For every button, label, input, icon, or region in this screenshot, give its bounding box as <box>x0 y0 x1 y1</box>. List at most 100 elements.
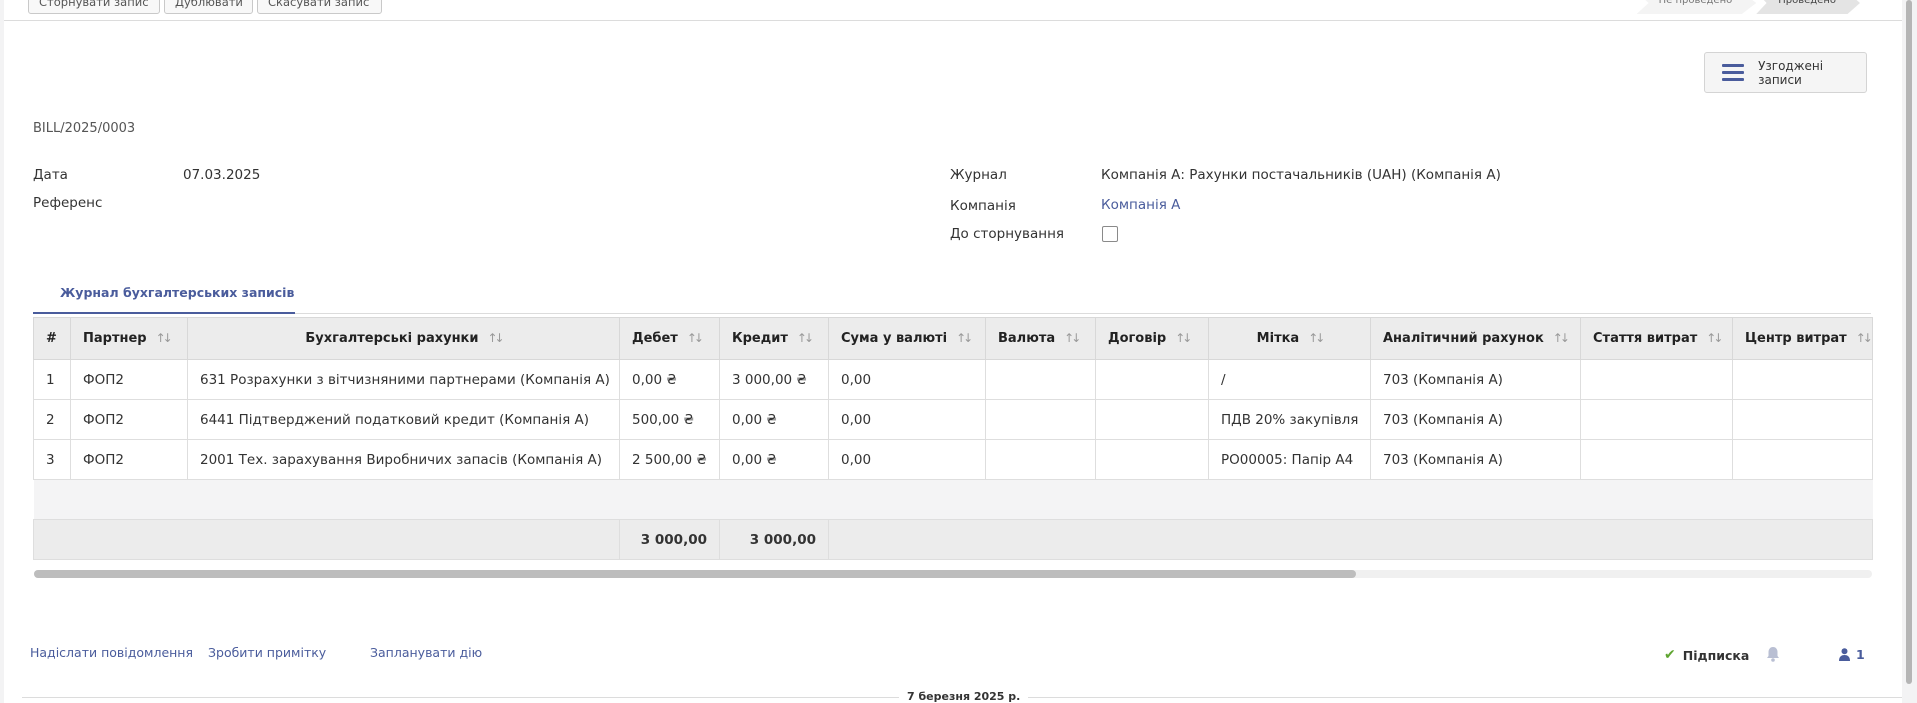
to-reverse-label: До сторнування <box>950 226 1065 242</box>
cell-partner[interactable]: ФОП2 <box>70 359 188 400</box>
cell-account[interactable]: 2001 Тех. зарахування Виробничих запасів… <box>187 439 620 480</box>
follow-button[interactable]: ✔ Підписка <box>1664 647 1749 663</box>
cell-amount-currency[interactable]: 0,00 <box>828 439 986 480</box>
date-value[interactable]: 07.03.2025 <box>183 167 260 183</box>
log-note-button[interactable]: Зробити примітку <box>208 645 326 660</box>
empty-row <box>33 479 1873 520</box>
cancel-entry-button[interactable]: Скасувати запис <box>257 0 382 14</box>
company-link[interactable]: Компанія А <box>1101 197 1180 213</box>
cell-expense-item[interactable] <box>1580 399 1733 440</box>
duplicate-button[interactable]: Дублювати <box>164 0 253 14</box>
cell-debit[interactable]: 2 500,00 ₴ <box>619 439 720 480</box>
cell-currency[interactable] <box>985 399 1096 440</box>
cell-label[interactable]: PO00005: Папір А4 <box>1208 439 1371 480</box>
reconciled-entries-button[interactable]: Узгоджені записи <box>1704 52 1867 93</box>
total-credit: 3 000,00 <box>719 519 829 560</box>
column-header-expense-item[interactable]: Стаття витрат ↑↓ <box>1580 317 1733 360</box>
column-header-partner[interactable]: Партнер ↑↓ <box>70 317 188 360</box>
reference-label: Референс <box>33 195 103 211</box>
sort-icon: ↑↓ <box>1706 331 1723 345</box>
sort-icon: ↑↓ <box>956 331 973 345</box>
cell-number: 3 <box>33 439 71 480</box>
followers-button[interactable]: 1 <box>1839 647 1865 662</box>
sort-icon: ↑↓ <box>487 331 505 345</box>
status-bar: Не проведено Проведено <box>1636 0 1860 14</box>
cell-credit[interactable]: 0,00 ₴ <box>719 399 829 440</box>
list-icon <box>1722 63 1744 82</box>
vertical-scrollbar[interactable] <box>1902 0 1917 703</box>
column-header-amount-currency[interactable]: Сума у валюті ↑↓ <box>828 317 986 360</box>
user-icon <box>1839 648 1850 661</box>
cell-cost-center[interactable] <box>1732 399 1873 440</box>
cell-label[interactable]: / <box>1208 359 1371 400</box>
cell-label[interactable]: ПДВ 20% закупівля <box>1208 399 1371 440</box>
cell-cost-center[interactable] <box>1732 439 1873 480</box>
reconciled-entries-label: Узгоджені записи <box>1758 58 1824 87</box>
horizontal-scrollbar[interactable] <box>34 570 1872 578</box>
journal-items-table: # Партнер ↑↓ Бухгалтерські рахунки ↑↓ Дебе… <box>33 317 1873 560</box>
to-reverse-checkbox[interactable] <box>1102 226 1118 242</box>
cell-contract[interactable] <box>1095 439 1209 480</box>
table-row[interactable]: 1 ФОП2 631 Розрахунки з вітчизняними пар… <box>33 359 1873 400</box>
cell-contract[interactable] <box>1095 399 1209 440</box>
cell-analytic-account[interactable]: 703 (Компанія А) <box>1370 359 1581 400</box>
date-separator: 7 березня 2025 р. <box>899 690 1029 703</box>
column-header-contract[interactable]: Договір ↑↓ <box>1095 317 1209 360</box>
column-header-currency[interactable]: Валюта ↑↓ <box>985 317 1096 360</box>
column-header-credit[interactable]: Кредит ↑↓ <box>719 317 829 360</box>
cell-expense-item[interactable] <box>1580 439 1733 480</box>
cell-amount-currency[interactable]: 0,00 <box>828 359 986 400</box>
table-row[interactable]: 2 ФОП2 6441 Підтверджений податковий кре… <box>33 399 1873 440</box>
table-row[interactable]: 3 ФОП2 2001 Тех. зарахування Виробничих … <box>33 439 1873 480</box>
cell-contract[interactable] <box>1095 359 1209 400</box>
check-icon: ✔ <box>1664 647 1676 663</box>
status-draft[interactable]: Не проведено <box>1636 0 1757 14</box>
cell-analytic-account[interactable]: 703 (Компанія А) <box>1370 399 1581 440</box>
cell-currency[interactable] <box>985 359 1096 400</box>
cell-number: 1 <box>33 359 71 400</box>
column-header-analytic-account[interactable]: Аналітичний рахунок ↑↓ <box>1370 317 1581 360</box>
column-header-label[interactable]: Мітка ↑↓ <box>1208 317 1371 360</box>
sort-icon: ↑↓ <box>1855 331 1872 345</box>
cell-cost-center[interactable] <box>1732 359 1873 400</box>
vertical-scroll-thumb[interactable] <box>1906 0 1912 684</box>
company-label: Компанія <box>950 198 1016 214</box>
total-debit: 3 000,00 <box>619 519 720 560</box>
cell-credit[interactable]: 0,00 ₴ <box>719 439 829 480</box>
schedule-activity-button[interactable]: Запланувати дію <box>370 645 482 660</box>
cell-credit[interactable]: 3 000,00 ₴ <box>719 359 829 400</box>
action-bar: Сторнувати запис Дублювати Скасувати зап… <box>4 0 1902 21</box>
cell-analytic-account[interactable]: 703 (Компанія А) <box>1370 439 1581 480</box>
notebook-tabs: Журнал бухгалтерських записів <box>33 277 1871 314</box>
cell-account[interactable]: 6441 Підтверджений податковий кредит (Ко… <box>187 399 620 440</box>
table-header-row: # Партнер ↑↓ Бухгалтерські рахунки ↑↓ Дебе… <box>33 317 1873 360</box>
cell-partner[interactable]: ФОП2 <box>70 439 188 480</box>
reverse-entry-button[interactable]: Сторнувати запис <box>28 0 160 14</box>
cell-partner[interactable]: ФОП2 <box>70 399 188 440</box>
cell-amount-currency[interactable]: 0,00 <box>828 399 986 440</box>
tab-journal-items[interactable]: Журнал бухгалтерських записів <box>33 277 295 314</box>
sort-icon: ↑↓ <box>1308 331 1325 345</box>
sort-icon: ↑↓ <box>1552 331 1570 345</box>
send-message-button[interactable]: Надіслати повідомлення <box>30 645 193 660</box>
sort-icon: ↑↓ <box>1175 331 1192 345</box>
bell-icon[interactable] <box>1766 646 1780 662</box>
status-posted[interactable]: Проведено <box>1756 0 1860 14</box>
cell-debit[interactable]: 500,00 ₴ <box>619 399 720 440</box>
form-sheet: Сторнувати запис Дублювати Скасувати зап… <box>4 0 1902 703</box>
column-header-cost-center[interactable]: Центр витрат ↑↓ <box>1732 317 1873 360</box>
column-header-number: # <box>33 317 71 360</box>
cell-debit[interactable]: 0,00 ₴ <box>619 359 720 400</box>
cell-number: 2 <box>33 399 71 440</box>
cell-currency[interactable] <box>985 439 1096 480</box>
horizontal-scroll-thumb[interactable] <box>34 570 1356 578</box>
totals-row: 3 000,00 3 000,00 <box>33 519 1873 560</box>
cell-account[interactable]: 631 Розрахунки з вітчизняними партнерами… <box>187 359 620 400</box>
followers-count: 1 <box>1856 647 1865 662</box>
sort-icon: ↑↓ <box>686 331 704 345</box>
cell-expense-item[interactable] <box>1580 359 1733 400</box>
column-header-account[interactable]: Бухгалтерські рахунки ↑↓ <box>187 317 620 360</box>
column-header-debit[interactable]: Дебет ↑↓ <box>619 317 720 360</box>
journal-value[interactable]: Компанія А: Рахунки постачальників (UAH)… <box>1101 167 1501 183</box>
sort-icon: ↑↓ <box>155 331 173 345</box>
